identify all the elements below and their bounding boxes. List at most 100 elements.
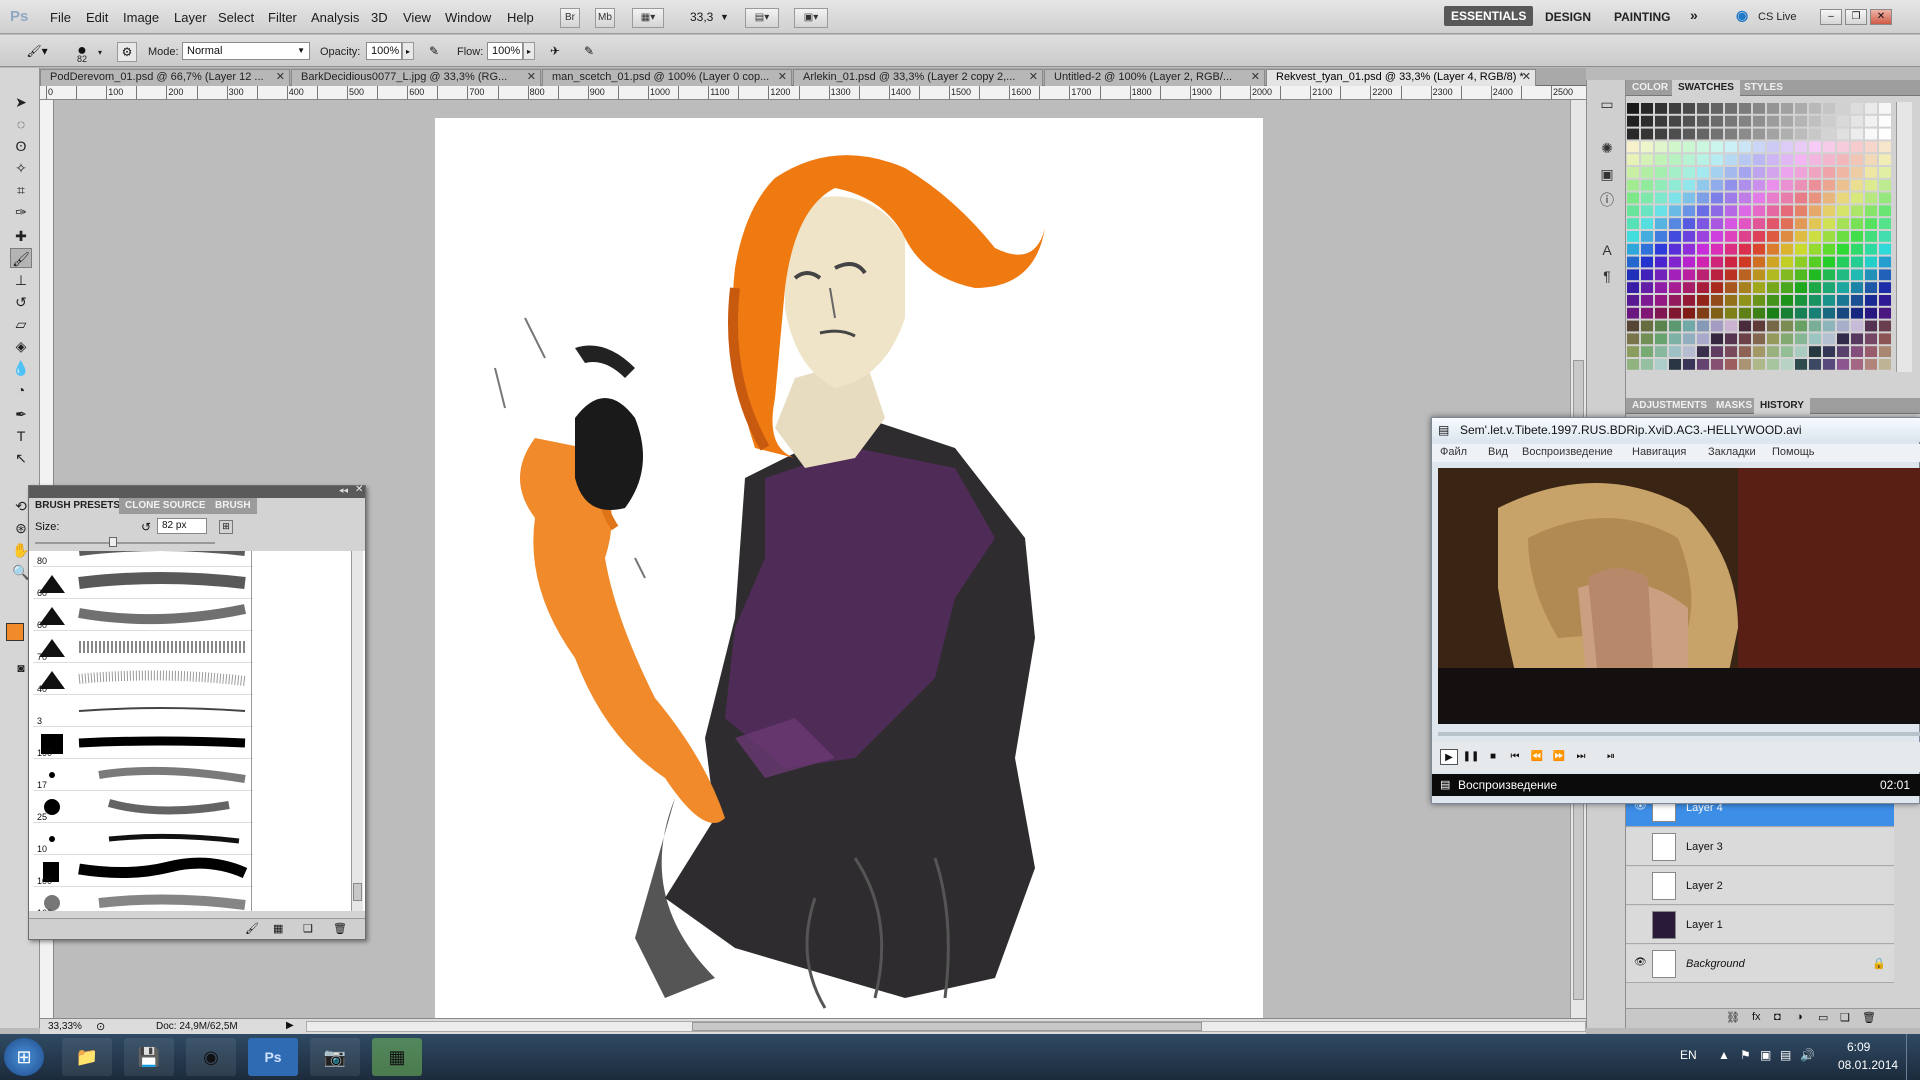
color-swatch[interactable]	[1753, 205, 1765, 217]
color-swatch[interactable]	[1823, 307, 1835, 319]
color-swatch[interactable]	[1739, 295, 1751, 306]
color-swatch[interactable]	[1711, 128, 1723, 140]
color-swatch[interactable]	[1823, 359, 1835, 370]
color-swatch[interactable]	[1837, 103, 1849, 114]
cs-live-icon[interactable]: ◉	[1736, 7, 1748, 24]
color-swatch[interactable]	[1739, 205, 1751, 217]
mode-select[interactable]: Normal ▼	[182, 42, 310, 60]
color-swatch[interactable]	[1879, 243, 1891, 255]
color-swatch[interactable]	[1683, 218, 1695, 229]
brush-preset-item[interactable]: 100	[33, 727, 253, 759]
workspace-essentials[interactable]: ESSENTIALS	[1444, 6, 1534, 26]
link-layers-icon[interactable]: ⛓	[1726, 1011, 1740, 1024]
color-swatch[interactable]	[1879, 141, 1891, 153]
color-swatch[interactable]	[1767, 167, 1779, 178]
layer-row[interactable]: Layer 3	[1626, 828, 1894, 866]
menu-playback[interactable]: Воспроизведение	[1522, 446, 1613, 458]
add-mask-icon[interactable]: ◘	[1774, 1011, 1781, 1023]
color-swatch[interactable]	[1627, 218, 1639, 229]
color-swatch[interactable]	[1795, 154, 1807, 165]
brush-tool-preset-icon[interactable]: 🖌▾	[20, 42, 54, 62]
color-swatch[interactable]	[1851, 269, 1863, 281]
mini-bridge-icon[interactable]: ▭	[1597, 94, 1617, 114]
color-swatch[interactable]	[1767, 179, 1779, 191]
color-swatch[interactable]	[1669, 205, 1681, 217]
color-swatch[interactable]	[1809, 243, 1821, 255]
color-swatch[interactable]	[1879, 282, 1891, 293]
color-swatch[interactable]	[1767, 295, 1779, 306]
color-swatch[interactable]	[1837, 346, 1849, 357]
color-swatch[interactable]	[1697, 128, 1709, 140]
color-swatch[interactable]	[1851, 141, 1863, 153]
color-swatch[interactable]	[1781, 333, 1793, 345]
color-swatch[interactable]	[1865, 307, 1877, 319]
color-swatch[interactable]	[1697, 154, 1709, 165]
color-swatch[interactable]	[1641, 346, 1653, 357]
color-swatch[interactable]	[1781, 167, 1793, 178]
color-swatch[interactable]	[1753, 128, 1765, 140]
color-swatch[interactable]	[1669, 243, 1681, 255]
color-swatch[interactable]	[1753, 269, 1765, 281]
rewind-icon[interactable]: ⏪	[1528, 749, 1546, 765]
color-swatch[interactable]	[1627, 231, 1639, 242]
color-swatch[interactable]	[1767, 154, 1779, 165]
color-swatch[interactable]	[1739, 243, 1751, 255]
color-swatch[interactable]	[1711, 295, 1723, 306]
color-swatch[interactable]	[1641, 141, 1653, 153]
color-swatch[interactable]	[1809, 307, 1821, 319]
color-swatch[interactable]	[1795, 243, 1807, 255]
color-swatch[interactable]	[1655, 128, 1667, 140]
color-swatch[interactable]	[1809, 128, 1821, 140]
color-swatch[interactable]	[1781, 103, 1793, 114]
color-swatch[interactable]	[1837, 307, 1849, 319]
color-swatch[interactable]	[1851, 167, 1863, 178]
restore-button[interactable]: ❐	[1845, 9, 1867, 25]
paint-bucket-tool-icon[interactable]: ◈	[10, 336, 32, 356]
flow-slider-button[interactable]: ▸	[523, 42, 535, 60]
new-layer-icon[interactable]: ❑	[1840, 1011, 1850, 1024]
stop-icon[interactable]: ■	[1484, 749, 1502, 765]
color-swatch[interactable]	[1753, 231, 1765, 242]
color-swatch[interactable]	[1627, 320, 1639, 332]
color-swatch[interactable]	[1725, 192, 1737, 204]
color-swatch[interactable]	[1753, 346, 1765, 357]
color-swatch[interactable]	[1809, 141, 1821, 153]
next-icon[interactable]: ⏭	[1572, 749, 1590, 765]
path-selection-tool-icon[interactable]: ↖	[10, 448, 32, 468]
color-swatch[interactable]	[1879, 115, 1891, 127]
color-swatch[interactable]	[1781, 282, 1793, 293]
color-swatch[interactable]	[1781, 141, 1793, 153]
color-swatch[interactable]	[1641, 307, 1653, 319]
color-swatch[interactable]	[1697, 167, 1709, 178]
dodge-tool-icon[interactable]: ◔	[10, 380, 32, 400]
color-swatch[interactable]	[1627, 103, 1639, 114]
color-swatch[interactable]	[1865, 269, 1877, 281]
color-swatch[interactable]	[1641, 295, 1653, 306]
menu-navigation[interactable]: Навигация	[1632, 446, 1686, 458]
color-swatch[interactable]	[1697, 295, 1709, 306]
color-swatch[interactable]	[1697, 103, 1709, 114]
color-swatch[interactable]	[1711, 320, 1723, 332]
start-button-icon[interactable]: ⊞	[4, 1038, 44, 1076]
color-swatch[interactable]	[1669, 256, 1681, 268]
color-swatch[interactable]	[1739, 269, 1751, 281]
menu-analysis[interactable]: Analysis	[311, 10, 359, 25]
color-swatch[interactable]	[1879, 359, 1891, 370]
color-swatch[interactable]	[1865, 141, 1877, 153]
color-swatch[interactable]	[1767, 307, 1779, 319]
color-swatch[interactable]	[1879, 320, 1891, 332]
color-swatch[interactable]	[1879, 103, 1891, 114]
color-swatch[interactable]	[1795, 128, 1807, 140]
color-swatch[interactable]	[1739, 115, 1751, 127]
chrome-icon[interactable]: ◉	[186, 1038, 236, 1076]
color-swatch[interactable]	[1711, 307, 1723, 319]
new-preset-icon[interactable]: ❑	[303, 922, 313, 935]
brush-preset-item[interactable]: 80	[33, 551, 253, 567]
chevron-down-icon[interactable]: ▾	[98, 48, 102, 57]
color-swatch[interactable]	[1697, 320, 1709, 332]
color-swatch[interactable]	[1711, 333, 1723, 345]
color-swatch[interactable]	[1655, 269, 1667, 281]
color-swatch[interactable]	[1739, 231, 1751, 242]
color-swatch[interactable]	[1641, 179, 1653, 191]
color-swatch[interactable]	[1879, 154, 1891, 165]
